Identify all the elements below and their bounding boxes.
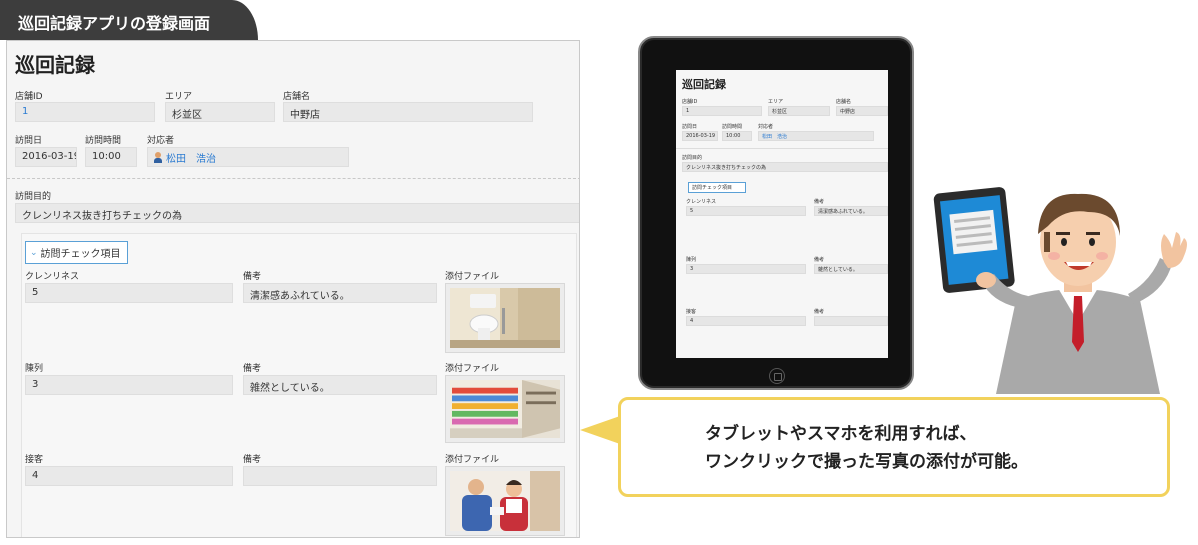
tablet-visit-date-label: 訪問日 (682, 124, 698, 130)
check-items-toggle-label: 訪問チェック項目 (40, 249, 121, 260)
visit-date-field[interactable]: 2016-03-19 (15, 147, 77, 167)
tablet-item-note-field[interactable] (814, 316, 888, 326)
photo-toilet-image (450, 288, 560, 348)
tablet-store-name-label: 店舗名 (836, 99, 852, 105)
tablet-divider (676, 148, 888, 149)
tablet-purpose-label: 訪問目的 (682, 155, 703, 161)
section-divider (7, 178, 579, 179)
store-name-label: 店舗名 (283, 92, 311, 102)
responder-label: 対応者 (147, 136, 175, 146)
attachment-photo-service[interactable] (445, 466, 565, 536)
callout-bubble: タブレットやスマホを利用すれば、 ワンクリックで撮った写真の添付が可能。 (618, 397, 1170, 497)
item-note-field[interactable] (243, 466, 437, 486)
tablet-area-label: エリア (768, 99, 784, 105)
item-file-label: 添付ファイル (445, 455, 500, 465)
item-score-field[interactable]: 3 (25, 375, 233, 395)
attachment-photo-toilet[interactable] (445, 283, 565, 353)
tablet-visit-time-label: 訪問時間 (722, 124, 743, 130)
form-title: 巡回記録 (15, 53, 95, 77)
store-id-label: 店舗ID (15, 92, 43, 102)
visit-purpose-field[interactable]: クレンリネス抜き打ちチェックの為 (15, 203, 579, 223)
item-label: 接客 (25, 455, 44, 465)
item-score-field[interactable]: 5 (25, 283, 233, 303)
item-label: クレンリネス (25, 272, 80, 282)
tablet-item-label: 陳列 (686, 257, 697, 263)
item-note-label: 備考 (243, 272, 262, 282)
attachment-photo-shelf[interactable] (445, 375, 565, 443)
photo-shelf-image (450, 380, 560, 438)
store-name-field[interactable]: 中野店 (283, 102, 533, 122)
tablet-store-id-label: 店舗ID (682, 99, 698, 105)
tablet-item-note-field[interactable]: 雑然としている。 (814, 264, 888, 274)
tablet-item-note-field[interactable]: 清潔感あふれている。 (814, 206, 888, 216)
tablet-form-title: 巡回記録 (682, 78, 726, 91)
section-title: 巡回記録アプリの登録画面 (18, 14, 211, 33)
callout-line-2: ワンクリックで撮った写真の添付が可能。 (705, 452, 1028, 472)
tablet-item-label: 接客 (686, 309, 697, 315)
item-file-label: 添付ファイル (445, 364, 500, 374)
item-note-label: 備考 (243, 364, 262, 374)
tablet-purpose-field[interactable]: クレンリネス抜き打ちチェックの為 (682, 162, 888, 172)
bubble-tail (580, 416, 620, 444)
area-field[interactable]: 杉並区 (165, 102, 275, 122)
tablet-responder-field[interactable]: 松田 浩治 (758, 131, 874, 141)
visit-purpose-label: 訪問目的 (15, 192, 52, 202)
chevron-down-icon: ⌄ (30, 247, 38, 258)
store-id-field[interactable]: 1 (15, 102, 155, 122)
visit-time-label: 訪問時間 (85, 136, 122, 146)
tablet-responder-label: 対応者 (758, 124, 774, 130)
tablet-item-score-field[interactable]: 3 (686, 264, 806, 274)
tablet-item-note-label: 備考 (814, 309, 825, 315)
tablet-visit-date-field[interactable]: 2016-03-19 (682, 131, 718, 141)
item-note-field[interactable]: 清潔感あふれている。 (243, 283, 437, 303)
tablet-item-score-field[interactable]: 5 (686, 206, 806, 216)
item-file-label: 添付ファイル (445, 272, 500, 282)
tablet-home-button-icon (769, 368, 785, 384)
photo-service-image (450, 471, 560, 531)
tablet-check-items-toggle[interactable]: 訪問チェック項目 (688, 182, 746, 193)
item-label: 陳列 (25, 364, 44, 374)
item-note-label: 備考 (243, 455, 262, 465)
tablet-item-note-label: 備考 (814, 199, 825, 205)
record-form-panel: 巡回記録 店舗ID 1 エリア 杉並区 店舗名 中野店 訪問日 2016-03-… (6, 40, 580, 538)
visit-date-label: 訪問日 (15, 136, 43, 146)
check-items-toggle[interactable]: ⌄ 訪問チェック項目 (25, 241, 128, 264)
area-label: エリア (165, 92, 193, 102)
user-avatar-icon (154, 151, 162, 163)
responder-name-link[interactable]: 松田 浩治 (166, 150, 216, 165)
tablet-item-score-field[interactable]: 4 (686, 316, 806, 326)
businessman-illustration (933, 187, 1187, 394)
tablet-item-label: クレンリネス (686, 199, 717, 205)
section-title-tab: 巡回記録アプリの登録画面 (0, 0, 258, 40)
callout-text: タブレットやスマホを利用すれば、 ワンクリックで撮った写真の添付が可能。 (705, 420, 1028, 476)
tablet-item-note-label: 備考 (814, 257, 825, 263)
callout-line-1: タブレットやスマホを利用すれば、 (705, 424, 977, 444)
tablet-area-field[interactable]: 杉並区 (768, 106, 830, 116)
tablet-store-name-field[interactable]: 中野店 (836, 106, 888, 116)
responder-field[interactable]: 松田 浩治 (147, 147, 349, 167)
item-note-field[interactable]: 雑然としている。 (243, 375, 437, 395)
tablet-screen: 巡回記録 店舗ID 1 エリア 杉並区 店舗名 中野店 訪問日 2016-03-… (676, 70, 888, 358)
tablet-device: 巡回記録 店舗ID 1 エリア 杉並区 店舗名 中野店 訪問日 2016-03-… (638, 36, 914, 390)
tablet-store-id-field[interactable]: 1 (682, 106, 762, 116)
item-score-field[interactable]: 4 (25, 466, 233, 486)
visit-time-field[interactable]: 10:00 (85, 147, 137, 167)
tablet-visit-time-field[interactable]: 10:00 (722, 131, 752, 141)
